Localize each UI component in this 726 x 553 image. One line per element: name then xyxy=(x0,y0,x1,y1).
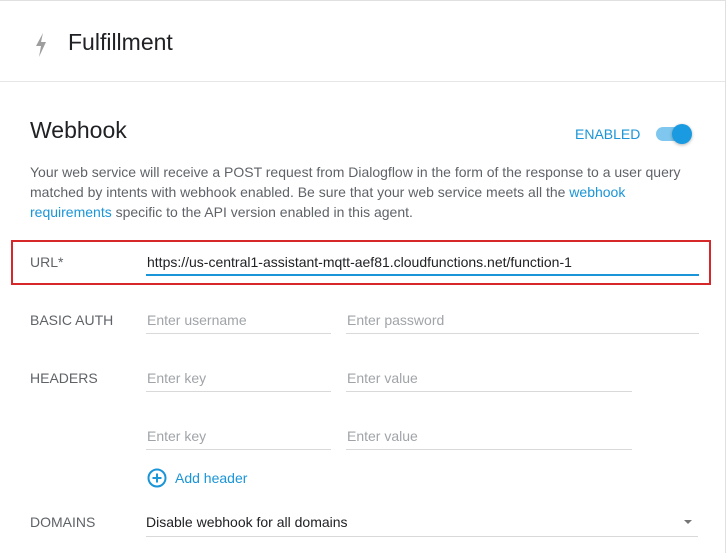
header-value-input-2[interactable] xyxy=(346,424,633,448)
webhook-enabled-toggle[interactable] xyxy=(656,123,692,144)
domains-label: DOMAINS xyxy=(30,514,96,530)
webhook-description: Your web service will receive a POST req… xyxy=(30,162,690,222)
password-input[interactable] xyxy=(346,308,700,332)
bolt-icon xyxy=(36,33,46,57)
header-key-input[interactable] xyxy=(146,366,332,390)
url-field[interactable] xyxy=(146,250,700,276)
description-text-end: specific to the API version enabled in t… xyxy=(111,204,413,220)
add-circle-icon xyxy=(147,468,167,488)
toggle-knob xyxy=(672,124,692,144)
url-label: URL* xyxy=(30,254,64,270)
domains-selected-value: Disable webhook for all domains xyxy=(146,514,348,530)
headers-label: HEADERS xyxy=(30,370,98,386)
add-header-label: Add header xyxy=(175,470,248,486)
page-title: Fulfillment xyxy=(68,29,173,55)
webhook-status-label: ENABLED xyxy=(575,126,641,142)
header-key-field-2[interactable] xyxy=(146,424,332,450)
domains-select[interactable]: Disable webhook for all domains xyxy=(146,511,698,537)
url-input[interactable] xyxy=(146,250,700,274)
username-field[interactable] xyxy=(146,308,332,334)
header-value-field-2[interactable] xyxy=(346,424,633,450)
header-key-field[interactable] xyxy=(146,366,332,392)
header-value-input[interactable] xyxy=(346,366,633,390)
header-value-field[interactable] xyxy=(346,366,633,392)
webhook-title: Webhook xyxy=(30,117,127,143)
password-field[interactable] xyxy=(346,308,700,334)
username-input[interactable] xyxy=(146,308,332,332)
page-header: Fulfillment xyxy=(0,1,725,82)
chevron-down-icon xyxy=(684,520,692,524)
fulfillment-page: Fulfillment Webhook ENABLED Your web ser… xyxy=(0,0,726,553)
basic-auth-label: BASIC AUTH xyxy=(30,312,114,328)
add-header-button[interactable]: Add header xyxy=(147,467,247,489)
header-key-input-2[interactable] xyxy=(146,424,332,448)
